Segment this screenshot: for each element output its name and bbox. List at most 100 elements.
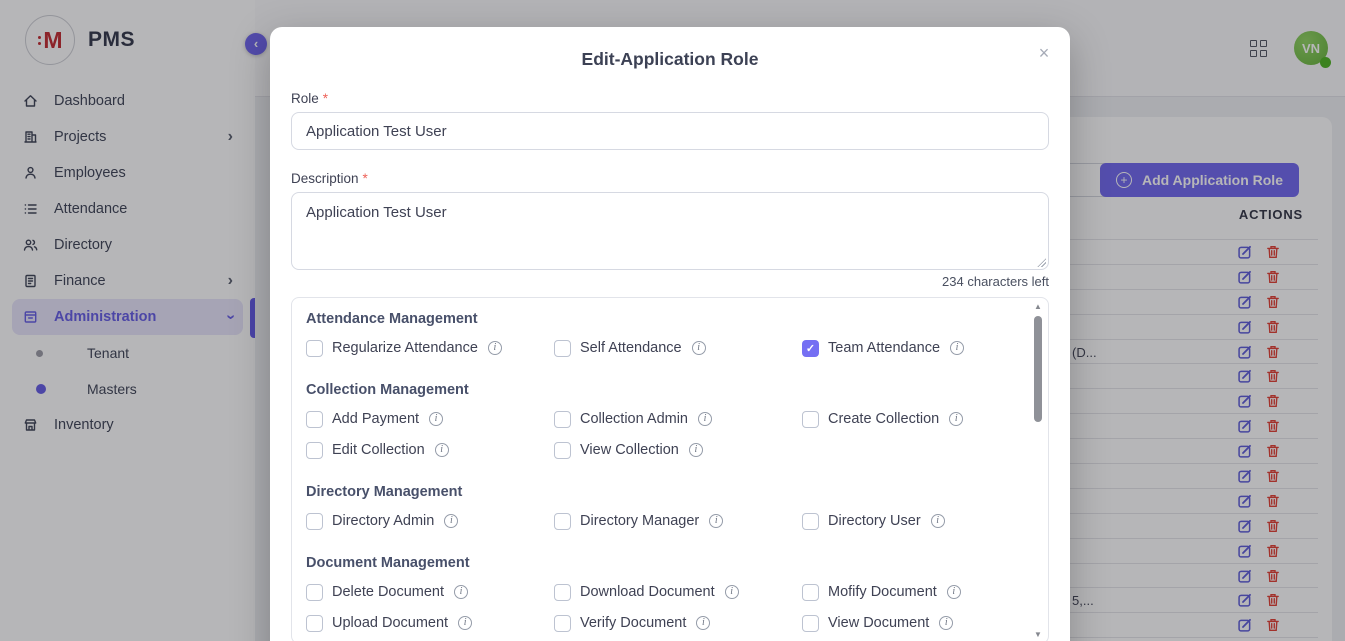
permission-row: Upload Document i Verify Document i View Doc… — [306, 614, 1014, 632]
checkbox-icon[interactable] — [802, 584, 819, 601]
permission-item-directory-admin[interactable]: Directory Admin i — [306, 512, 554, 530]
permission-row: Delete Document i Download Document i Mofify… — [306, 583, 1014, 601]
description-textarea[interactable]: Application Test User — [291, 192, 1049, 270]
permission-label: View Document — [828, 615, 929, 631]
info-icon[interactable]: i — [444, 514, 458, 528]
description-field-label: Description * — [291, 171, 1049, 186]
checkbox-icon[interactable] — [554, 411, 571, 428]
permission-row: Edit Collection i View Collection i — [306, 441, 1014, 459]
permission-label: Collection Admin — [580, 411, 688, 427]
permission-label: Self Attendance — [580, 340, 682, 356]
checkbox-checked-icon[interactable]: ✓ — [802, 340, 819, 357]
description-label-text: Description — [291, 171, 359, 186]
info-icon[interactable]: i — [709, 514, 723, 528]
permission-groups: Attendance Management Regularize Attendan… — [306, 311, 1014, 632]
permission-label: Upload Document — [332, 615, 448, 631]
permission-item-mofify-document[interactable]: Mofify Document i — [802, 583, 1049, 601]
modal-body: Role * Description * Application Test Us… — [270, 91, 1070, 641]
checkbox-icon[interactable] — [306, 615, 323, 632]
info-icon[interactable]: i — [429, 412, 443, 426]
info-icon[interactable]: i — [931, 514, 945, 528]
permission-item-team-attendance[interactable]: ✓ Team Attendance i — [802, 339, 1049, 357]
scrollbar-down-arrow-icon[interactable]: ▼ — [1033, 630, 1043, 639]
permission-item-download-document[interactable]: Download Document i — [554, 583, 802, 601]
close-icon[interactable]: × — [1031, 40, 1057, 66]
permission-item-upload-document[interactable]: Upload Document i — [306, 614, 554, 632]
info-icon[interactable]: i — [725, 585, 739, 599]
checkbox-icon[interactable] — [802, 513, 819, 530]
permission-item-self-attendance[interactable]: Self Attendance i — [554, 339, 802, 357]
edit-application-role-modal: Edit-Application Role × Role * Descripti… — [270, 27, 1070, 641]
role-label-text: Role — [291, 91, 319, 106]
permission-group-title: Document Management — [306, 555, 1014, 571]
permission-label: Add Payment — [332, 411, 419, 427]
info-icon[interactable]: i — [488, 341, 502, 355]
permission-label: Verify Document — [580, 615, 686, 631]
permission-item-verify-document[interactable]: Verify Document i — [554, 614, 802, 632]
scrollbar-up-arrow-icon[interactable]: ▲ — [1033, 302, 1043, 311]
permission-label: View Collection — [580, 442, 679, 458]
permission-item-view-document[interactable]: View Document i — [802, 614, 1049, 632]
info-icon[interactable]: i — [696, 616, 710, 630]
permission-group-title: Attendance Management — [306, 311, 1014, 327]
description-wrap: Application Test User — [291, 192, 1049, 270]
checkbox-icon[interactable] — [554, 584, 571, 601]
checkbox-icon[interactable] — [306, 584, 323, 601]
permission-label: Mofify Document — [828, 584, 937, 600]
checkbox-icon[interactable] — [554, 442, 571, 459]
checkbox-icon[interactable] — [554, 615, 571, 632]
permission-label: Delete Document — [332, 584, 444, 600]
checkbox-icon[interactable] — [554, 340, 571, 357]
resize-handle[interactable] — [1037, 258, 1046, 267]
info-icon[interactable]: i — [698, 412, 712, 426]
checkbox-icon[interactable] — [306, 411, 323, 428]
characters-left-counter: 234 characters left — [291, 274, 1049, 289]
permission-label: Directory Admin — [332, 513, 434, 529]
info-icon[interactable]: i — [454, 585, 468, 599]
permission-item-add-payment[interactable]: Add Payment i — [306, 410, 554, 428]
permission-item-view-collection[interactable]: View Collection i — [554, 441, 802, 459]
permission-label: Team Attendance — [828, 340, 940, 356]
permission-group-title: Collection Management — [306, 382, 1014, 398]
info-icon[interactable]: i — [947, 585, 961, 599]
required-asterisk: * — [363, 171, 368, 186]
checkbox-icon[interactable] — [802, 615, 819, 632]
checkbox-icon[interactable] — [306, 513, 323, 530]
permission-label: Directory Manager — [580, 513, 699, 529]
permission-label: Edit Collection — [332, 442, 425, 458]
permission-item-collection-admin[interactable]: Collection Admin i — [554, 410, 802, 428]
permission-item-edit-collection[interactable]: Edit Collection i — [306, 441, 554, 459]
info-icon[interactable]: i — [435, 443, 449, 457]
permission-item-create-collection[interactable]: Create Collection i — [802, 410, 1049, 428]
checkbox-icon[interactable] — [306, 442, 323, 459]
permissions-scrollbar: ▲ ▼ — [1032, 302, 1044, 639]
checkbox-icon[interactable] — [802, 411, 819, 428]
info-icon[interactable]: i — [939, 616, 953, 630]
role-field-label: Role * — [291, 91, 1049, 106]
permission-label: Download Document — [580, 584, 715, 600]
permission-row: Directory AdminiDirectory ManageriDirect… — [306, 512, 1014, 530]
scrollbar-thumb[interactable] — [1034, 316, 1042, 422]
permission-item-directory-user[interactable]: Directory User i — [802, 512, 1049, 530]
permission-row: Regularize Attendance i Self Attendance i ✓ T… — [306, 339, 1014, 357]
permission-item-directory-manager[interactable]: Directory Manager i — [554, 512, 802, 530]
permission-label: Regularize Attendance — [332, 340, 478, 356]
info-icon[interactable]: i — [950, 341, 964, 355]
permission-item-delete-document[interactable]: Delete Document i — [306, 583, 554, 601]
modal-title: Edit-Application Role — [270, 27, 1070, 70]
required-asterisk: * — [323, 91, 328, 106]
checkbox-icon[interactable] — [554, 513, 571, 530]
permission-row: Add Payment i Collection Admin i Create Coll… — [306, 410, 1014, 428]
permission-item-regularize-attendance[interactable]: Regularize Attendance i — [306, 339, 554, 357]
info-icon[interactable]: i — [689, 443, 703, 457]
checkbox-icon[interactable] — [306, 340, 323, 357]
app-screen: M PMS DashboardProjects›EmployeesAttenda… — [0, 0, 1345, 641]
info-icon[interactable]: i — [949, 412, 963, 426]
info-icon[interactable]: i — [692, 341, 706, 355]
permission-label: Directory User — [828, 513, 921, 529]
info-icon[interactable]: i — [458, 616, 472, 630]
permission-group-title: Directory Management — [306, 484, 1014, 500]
permissions-panel: Attendance Management Regularize Attendan… — [291, 297, 1049, 641]
permission-label: Create Collection — [828, 411, 939, 427]
role-input[interactable] — [291, 112, 1049, 150]
